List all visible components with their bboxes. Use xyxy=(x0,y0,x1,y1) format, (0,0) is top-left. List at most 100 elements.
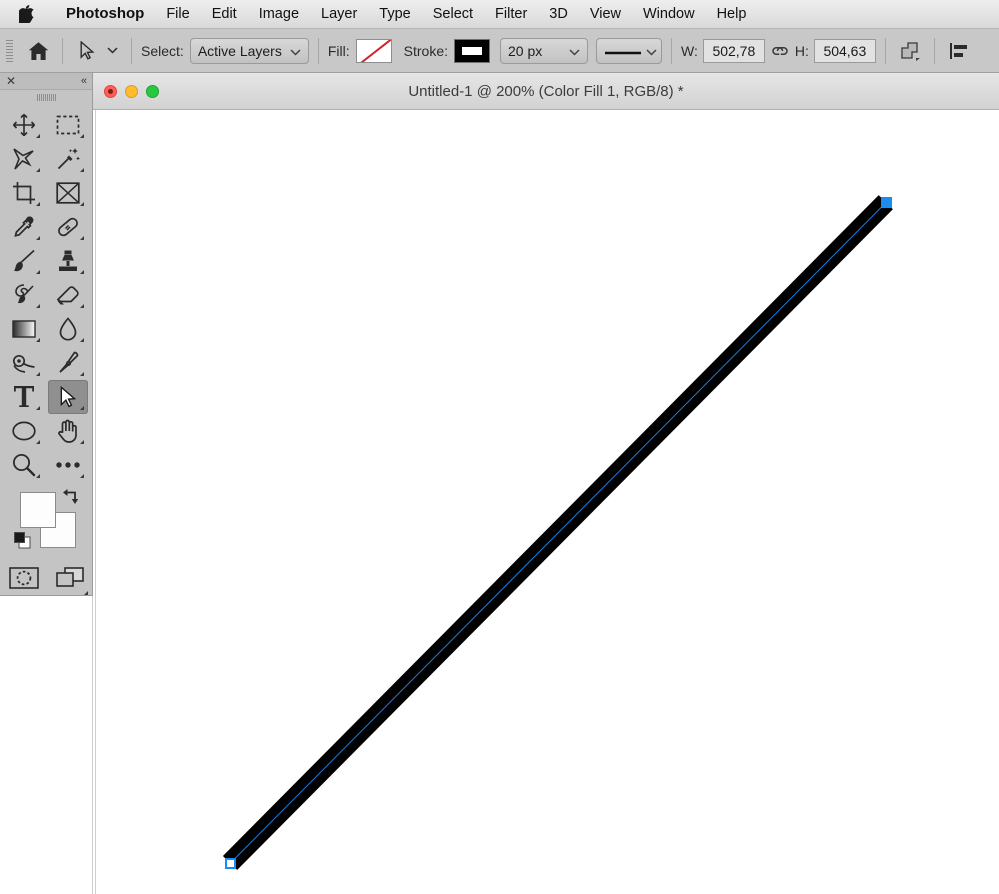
swap-colors-icon[interactable] xyxy=(62,488,80,510)
screen-mode-icon[interactable] xyxy=(55,566,88,595)
tool-dodge[interactable] xyxy=(4,346,44,380)
chevron-down-icon[interactable] xyxy=(102,36,122,66)
separator xyxy=(933,37,935,64)
path-anchor-point-end[interactable] xyxy=(881,197,892,208)
tools-panel-header: ✕ « xyxy=(0,73,92,90)
tool-lasso[interactable] xyxy=(4,142,44,176)
tool-expand-corner xyxy=(80,338,84,342)
tool-ellipse[interactable] xyxy=(4,414,44,448)
tool-expand-corner xyxy=(36,406,40,410)
tool-expand-corner xyxy=(80,304,84,308)
tool-expand-corner xyxy=(36,202,40,206)
path-anchor-point-start[interactable] xyxy=(225,858,236,869)
drag-grip-icon[interactable] xyxy=(3,37,15,65)
close-window-button[interactable] xyxy=(104,84,117,98)
width-input[interactable]: 502,78 xyxy=(702,38,765,63)
menu-item-view[interactable]: View xyxy=(579,0,632,28)
tool-expand-corner xyxy=(80,440,84,444)
separator xyxy=(131,37,132,64)
default-colors-icon[interactable] xyxy=(14,532,31,554)
tool-move[interactable] xyxy=(4,108,44,142)
tool-expand-corner xyxy=(80,474,84,478)
minimize-window-button[interactable] xyxy=(125,84,138,98)
canvas[interactable] xyxy=(95,110,999,894)
fill-swatch[interactable] xyxy=(355,38,392,63)
menu-item-layer[interactable]: Layer xyxy=(310,0,368,28)
tool-footer xyxy=(0,560,92,600)
tool-eraser[interactable] xyxy=(48,278,88,312)
stroke-swatch[interactable] xyxy=(454,38,490,63)
tool-blur[interactable] xyxy=(48,312,88,346)
tool-type[interactable] xyxy=(4,380,44,414)
stroke-width-dropdown[interactable]: 20 px xyxy=(500,37,588,64)
tool-expand-corner xyxy=(36,338,40,342)
tool-expand-corner xyxy=(36,304,40,308)
chevron-down-icon xyxy=(569,43,580,59)
menu-item-file[interactable]: File xyxy=(155,0,200,28)
tool-crop[interactable] xyxy=(4,176,44,210)
tool-expand-corner xyxy=(36,474,40,478)
tool-expand-corner xyxy=(83,590,88,595)
menu-item-3d[interactable]: 3D xyxy=(538,0,579,28)
document-title: Untitled-1 @ 200% (Color Fill 1, RGB/8) … xyxy=(408,82,684,100)
quick-mask-icon[interactable] xyxy=(8,566,39,594)
tool-brush[interactable] xyxy=(4,244,44,278)
stroke-style-dropdown[interactable] xyxy=(596,37,662,64)
mac-menu-bar: Photoshop File Edit Image Layer Type Sel… xyxy=(0,0,999,29)
menu-item-window[interactable]: Window xyxy=(632,0,706,28)
select-target-dropdown[interactable]: Active Layers xyxy=(189,37,309,64)
path-alignment-icon[interactable] xyxy=(944,36,974,66)
tool-magic-wand[interactable] xyxy=(48,142,88,176)
home-icon[interactable] xyxy=(23,36,53,66)
tool-history-brush[interactable] xyxy=(4,278,44,312)
menu-item-filter[interactable]: Filter xyxy=(484,0,538,28)
solid-line-preset-icon xyxy=(604,43,642,59)
tool-frame[interactable] xyxy=(48,176,88,210)
link-chain-icon[interactable] xyxy=(765,36,795,66)
tool-clone-stamp[interactable] xyxy=(48,244,88,278)
width-label: W: xyxy=(681,42,698,59)
menu-item-edit[interactable]: Edit xyxy=(201,0,248,28)
menu-item-type[interactable]: Type xyxy=(368,0,421,28)
color-swatches xyxy=(0,488,92,560)
fill-label: Fill: xyxy=(327,42,350,59)
close-icon[interactable]: ✕ xyxy=(6,75,16,87)
tool-edit-toolbar[interactable] xyxy=(48,448,88,482)
menu-item-help[interactable]: Help xyxy=(706,0,758,28)
separator xyxy=(62,37,63,64)
tool-gradient[interactable] xyxy=(4,312,44,346)
tool-eyedropper[interactable] xyxy=(4,210,44,244)
tool-healing-brush[interactable] xyxy=(48,210,88,244)
tool-pen[interactable] xyxy=(48,346,88,380)
path-selection-arrow-icon[interactable] xyxy=(72,36,102,66)
apple-logo-icon[interactable] xyxy=(18,4,35,24)
left-empty-area xyxy=(0,596,93,894)
height-input[interactable]: 504,63 xyxy=(813,38,876,63)
separator xyxy=(671,37,672,64)
drag-grip-icon[interactable] xyxy=(0,90,92,104)
tool-expand-corner xyxy=(36,270,40,274)
tool-path-selection[interactable] xyxy=(48,380,88,414)
double-chevron-left-icon[interactable]: « xyxy=(81,75,87,87)
tool-expand-corner xyxy=(80,236,84,240)
stroke-width-value: 20 px xyxy=(508,42,543,59)
options-bar: Select: Active Layers Fill: Stroke: 20 p… xyxy=(0,29,999,73)
tool-expand-corner xyxy=(36,134,40,138)
tool-expand-corner xyxy=(80,270,84,274)
tool-expand-corner xyxy=(36,440,40,444)
tool-expand-corner xyxy=(80,372,84,376)
separator xyxy=(317,37,319,64)
tool-rectangular-marquee[interactable] xyxy=(48,108,88,142)
tool-zoom[interactable] xyxy=(4,448,44,482)
menu-item-select[interactable]: Select xyxy=(422,0,484,28)
height-label: H: xyxy=(794,42,809,59)
menu-item-photoshop[interactable]: Photoshop xyxy=(55,0,155,28)
chevron-down-icon xyxy=(290,43,301,59)
document-window: Untitled-1 @ 200% (Color Fill 1, RGB/8) … xyxy=(93,73,999,894)
vector-path-line[interactable] xyxy=(229,202,887,864)
menu-item-image[interactable]: Image xyxy=(248,0,310,28)
tool-hand[interactable] xyxy=(48,414,88,448)
maximize-window-button[interactable] xyxy=(146,84,159,98)
foreground-color-swatch[interactable] xyxy=(20,492,56,528)
path-operations-icon[interactable] xyxy=(895,36,925,66)
